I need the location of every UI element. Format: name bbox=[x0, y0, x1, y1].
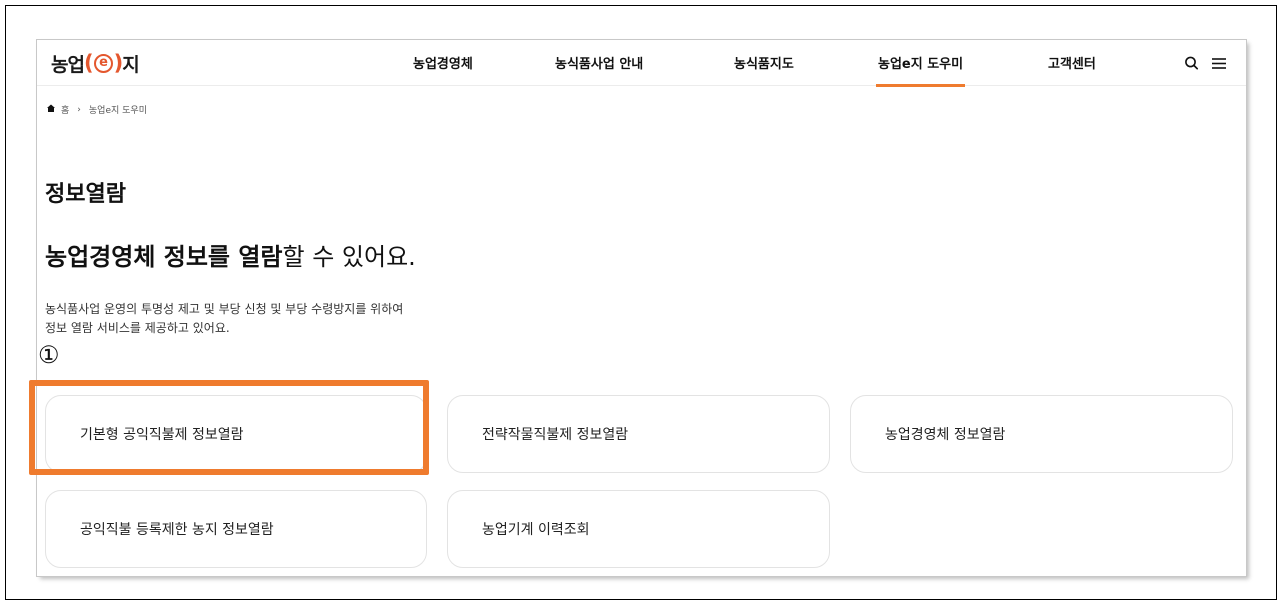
headline-rest: 할 수 있어요. bbox=[282, 243, 416, 271]
page-description: 농식품사업 운영의 투명성 제고 및 부당 신청 및 부당 수령방지를 위하여 … bbox=[45, 300, 403, 338]
logo-e-icon: e bbox=[93, 53, 113, 73]
nav-item-helper[interactable]: 농업e지 도우미 bbox=[875, 53, 966, 87]
card-basic-direct-payment[interactable]: 기본형 공익직불제 정보열람 bbox=[45, 395, 427, 473]
site-header: 농업 ( e ) 지 농업경영체 농식품사업 안내 농식품지도 농업e지 도우미… bbox=[37, 40, 1246, 87]
nav-item-agri-food-programs[interactable]: 농식품사업 안내 bbox=[555, 53, 643, 72]
description-line: 정보 열람 서비스를 제공하고 있어요. bbox=[45, 321, 230, 335]
card-label: 기본형 공익직불제 정보열람 bbox=[80, 427, 244, 443]
chevron-right-icon: › bbox=[77, 104, 81, 115]
hamburger-menu-icon[interactable] bbox=[1210, 54, 1228, 72]
home-icon[interactable] bbox=[46, 103, 56, 116]
logo-text: 지 bbox=[122, 53, 140, 76]
breadcrumb-current[interactable]: 농업e지 도우미 bbox=[89, 103, 147, 116]
nav-item-farm-business[interactable]: 농업경영체 bbox=[413, 53, 473, 72]
step-marker: ① bbox=[38, 341, 60, 369]
logo-paren-right: ) bbox=[113, 51, 124, 75]
card-label: 공익직불 등록제한 농지 정보열람 bbox=[80, 522, 274, 538]
page-headline: 농업경영체 정보를 열람할 수 있어요. bbox=[45, 237, 416, 272]
headline-emphasis: 농업경영체 정보를 열람 bbox=[45, 243, 283, 271]
breadcrumb-home[interactable]: 홈 bbox=[61, 103, 69, 116]
card-label: 농업기계 이력조회 bbox=[482, 522, 590, 538]
card-farm-machinery-history[interactable]: 농업기계 이력조회 bbox=[447, 490, 830, 568]
site-logo[interactable]: 농업 ( e ) 지 bbox=[51, 50, 140, 76]
page-title: 정보열람 bbox=[45, 182, 126, 207]
page: 농업 ( e ) 지 농업경영체 농식품사업 안내 농식품지도 농업e지 도우미… bbox=[37, 40, 1246, 576]
nav-item-agri-food-map[interactable]: 농식품지도 bbox=[734, 53, 794, 72]
card-strategic-crop-payment[interactable]: 전략작물직불제 정보열람 bbox=[447, 395, 830, 473]
description-line: 농식품사업 운영의 투명성 제고 및 부당 신청 및 부당 수령방지를 위하여 bbox=[45, 302, 404, 316]
card-label: 전략작물직불제 정보열람 bbox=[482, 427, 629, 443]
breadcrumb: 홈 › 농업e지 도우미 bbox=[46, 103, 147, 116]
logo-paren-left: ( bbox=[83, 51, 94, 75]
search-icon[interactable] bbox=[1183, 54, 1201, 72]
card-farm-business-info[interactable]: 농업경영체 정보열람 bbox=[850, 395, 1233, 473]
nav-item-customer-center[interactable]: 고객센터 bbox=[1048, 53, 1096, 72]
card-label: 농업경영체 정보열람 bbox=[885, 427, 1006, 443]
logo-text: 농업 bbox=[51, 53, 85, 76]
card-restricted-farmland[interactable]: 공익직불 등록제한 농지 정보열람 bbox=[45, 490, 427, 568]
